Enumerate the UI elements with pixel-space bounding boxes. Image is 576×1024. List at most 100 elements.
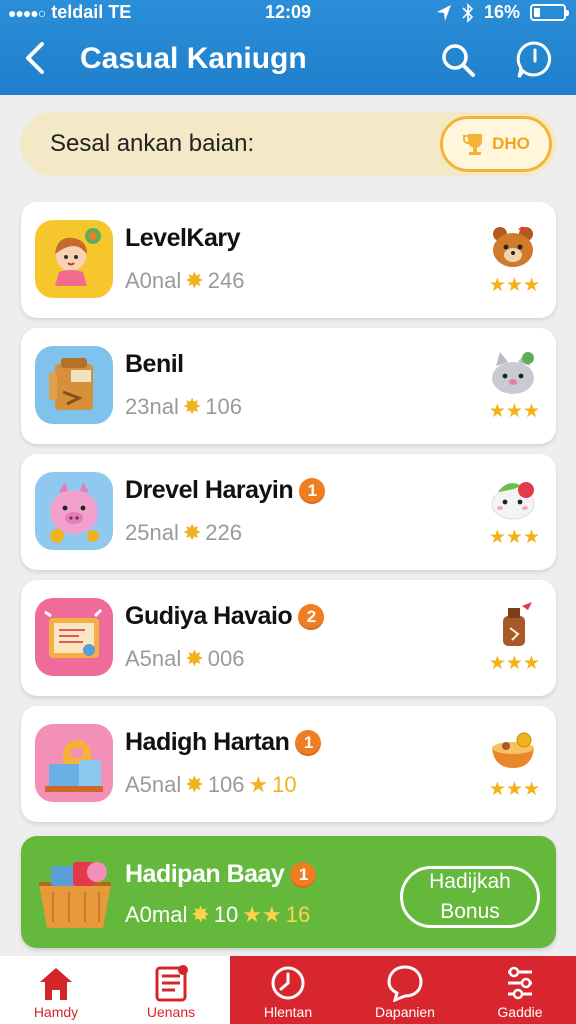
bear-pet-icon [493, 226, 533, 267]
bonus-title-text: Hadipan Baay [125, 860, 285, 888]
app-bar: Casual Kaniugn [0, 28, 576, 90]
tab-label: Gaddie [497, 1004, 543, 1020]
item-title-text: Drevel Harayin [125, 476, 294, 504]
bonus-extra: 16 [285, 902, 311, 927]
tab-history[interactable]: Hlentan [230, 956, 346, 1024]
trophy-icon [463, 134, 483, 155]
location-icon [436, 4, 451, 21]
item-title-text: Hadigh Hartan [125, 728, 290, 756]
item-stats: A0nal ✸ 246 [125, 268, 244, 294]
star-icon: ★ [248, 772, 269, 797]
notification-badge: 1 [290, 861, 317, 888]
star-icon: ★★ [242, 902, 282, 927]
girl-character-icon [55, 228, 101, 286]
search-icon[interactable] [440, 42, 476, 78]
notification-badge: 1 [295, 729, 322, 756]
item-title-text: LevelKary [125, 224, 241, 252]
coin-icon: ✸ [182, 520, 202, 545]
tab-chat[interactable]: Dapanien [346, 956, 464, 1024]
treasure-basket-icon [39, 862, 111, 928]
item-value: 246 [207, 268, 245, 293]
building-blocks-icon [45, 740, 103, 792]
item-value: 226 [205, 520, 242, 545]
item-stats: 23nal ✸ 106 [125, 394, 242, 420]
item-prefix: 25nal [125, 520, 179, 545]
list-item[interactable]: Drevel Harayin 1 25nal ✸ 226 ★★★ [21, 454, 556, 570]
battery-icon [530, 4, 569, 21]
item-title-text: Gudiya Havaio [125, 602, 293, 630]
chat-icon [387, 965, 423, 1002]
item-stats: 25nal ✸ 226 [125, 520, 242, 546]
clock-icon [271, 966, 305, 1000]
game-thumbnail [35, 598, 113, 676]
notification-badge: 2 [298, 603, 325, 630]
bonus-button-line2: Bonus [440, 900, 500, 923]
status-bar: ●●●●○ teldail TE 12:09 16% [0, 0, 576, 26]
list-item[interactable]: LevelKary A0nal ✸ 246 ★★★ [21, 202, 556, 318]
tab-label: Hamdy [33, 1004, 79, 1020]
tab-home[interactable]: Hamdy [0, 956, 112, 1024]
coin-icon: ✸ [185, 268, 204, 293]
item-title: Benil [125, 350, 184, 379]
food-bowl-icon [492, 732, 534, 768]
game-thumbnail [35, 220, 113, 298]
pig-character-icon [50, 482, 99, 543]
list-item[interactable]: Gudiya Havaio 2 A5nal ✸ 006 ★★★ [21, 580, 556, 696]
back-arrow-icon[interactable] [18, 38, 52, 78]
bonus-title: Hadipan Baay 1 [125, 860, 317, 889]
frog-pet-icon [491, 482, 535, 520]
bottom-tab-bar: Hamdy Uenans Hlentan Dapanien Gaddie [0, 956, 576, 1024]
item-title-text: Benil [125, 350, 184, 378]
battery-percent: 16% [483, 2, 520, 22]
item-prefix: A5nal [125, 646, 182, 671]
item-stats: A5nal ✸ 006 [125, 646, 244, 672]
timer-icon[interactable] [515, 40, 555, 80]
item-title: Gudiya Havaio 2 [125, 602, 325, 631]
list-item[interactable]: Hadigh Hartan 1 A5nal ✸ 106 ★ 10 ★★★ [21, 706, 556, 822]
search-banner[interactable]: Sesal ankan baian: DHO [20, 112, 556, 176]
bonus-button[interactable]: Hadijkah Bonus [400, 866, 540, 928]
item-stats: A5nal ✸ 106 ★ 10 [125, 772, 297, 798]
tab-menus[interactable]: Uenans [112, 956, 230, 1024]
backpack-icon [49, 358, 93, 410]
home-icon [40, 968, 72, 1000]
game-thumbnail [35, 472, 113, 550]
bonus-prefix: A0mal [125, 902, 188, 927]
settings-icon [508, 966, 532, 1000]
item-prefix: 23nal [125, 394, 179, 419]
bonus-stats: A0mal ✸ 10 ★★ 16 [125, 902, 310, 928]
notification-badge: 1 [299, 477, 326, 504]
cat-pet-icon [492, 352, 534, 394]
page-title: Casual Kaniugn [80, 42, 307, 75]
banner-text: Sesal ankan baian: [50, 130, 255, 157]
item-prefix: A0nal [125, 268, 182, 293]
tab-settings[interactable]: Gaddie [464, 956, 576, 1024]
tab-label: Hlentan [263, 1004, 313, 1020]
banner-button-label: DHO [492, 134, 530, 153]
tab-label: Uenans [146, 1004, 196, 1020]
coin-icon: ✸ [182, 394, 202, 419]
bluetooth-icon [462, 2, 474, 23]
bonus-value: 10 [213, 902, 239, 927]
list-item[interactable]: Benil 23nal ✸ 106 ★★★ [21, 328, 556, 444]
coin-icon: ✸ [191, 902, 210, 927]
game-thumbnail [35, 724, 113, 802]
bottle-pet-icon [503, 602, 532, 646]
rating-stars: ★★★ [488, 275, 540, 296]
list-icon [155, 965, 188, 1002]
bonus-button-line1: Hadijkah [429, 870, 511, 893]
item-title: Hadigh Hartan 1 [125, 728, 322, 757]
rating-stars: ★★★ [488, 401, 540, 422]
banner-button[interactable]: DHO [440, 116, 552, 172]
item-prefix: A5nal [125, 772, 182, 797]
item-value: 006 [207, 646, 245, 671]
item-title: LevelKary [125, 224, 241, 253]
rating-stars: ★★★ [488, 653, 540, 674]
coin-icon: ✸ [185, 646, 204, 671]
item-value: 106 [207, 772, 245, 797]
item-extra: 10 [272, 772, 297, 797]
item-title: Drevel Harayin 1 [125, 476, 326, 505]
app-header: ●●●●○ teldail TE 12:09 16% Casual Kaniug… [0, 0, 576, 95]
game-thumbnail [35, 346, 113, 424]
bonus-card[interactable]: Hadipan Baay 1 A0mal ✸ 10 ★★ 16 Hadijkah … [21, 836, 556, 948]
